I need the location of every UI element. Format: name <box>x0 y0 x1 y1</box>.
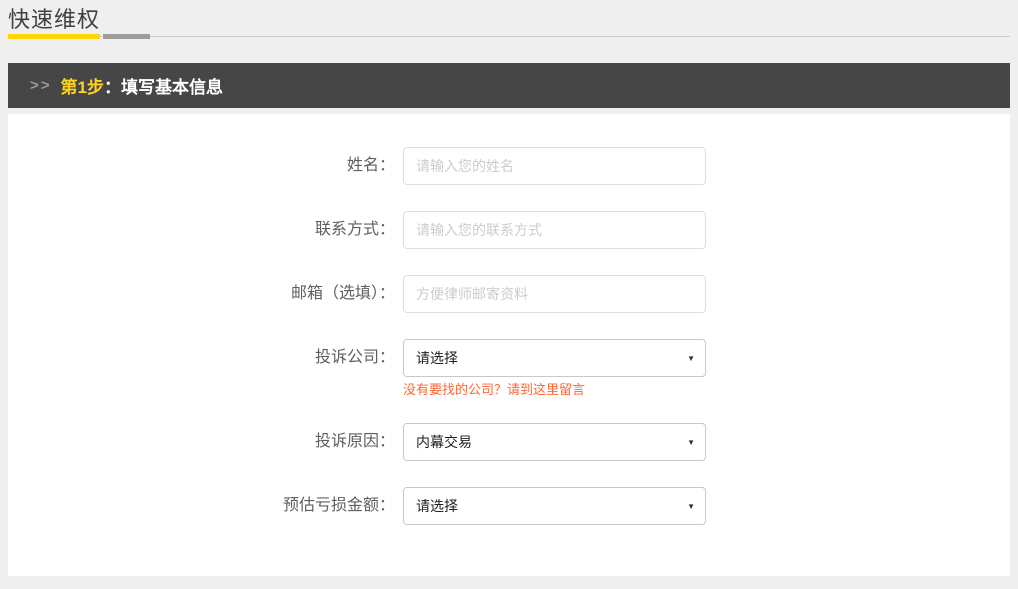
step-number: 第1步 <box>61 73 104 98</box>
step-separator: ： <box>104 73 121 98</box>
form-row: 预估亏损金额： 请选择 ▼ <box>8 487 1010 525</box>
chevron-down-icon: ▼ <box>687 502 695 511</box>
company-select[interactable]: 请选择 ▼ <box>403 339 706 377</box>
name-field-label: 姓名： <box>8 147 403 185</box>
contact-field-control <box>403 211 706 249</box>
email-field-control <box>403 275 706 313</box>
company-select-value: 请选择 <box>416 348 458 368</box>
company-field-control: 请选择 ▼ 没有要找的公司？请到这里留言 <box>403 339 706 397</box>
email-field-label: 邮箱（选填）： <box>8 275 403 313</box>
chevron-down-icon: ▼ <box>687 354 695 363</box>
loss-amount-field-label: 预估亏损金额： <box>8 487 403 525</box>
form-row: 邮箱（选填）： <box>8 275 1010 313</box>
yellow-underline-segment <box>8 34 100 39</box>
divider-line <box>8 36 1010 37</box>
reason-field-label: 投诉原因： <box>8 423 403 461</box>
title-underline <box>8 34 1010 40</box>
reason-select-value: 内幕交易 <box>416 432 472 452</box>
loss-amount-field-control: 请选择 ▼ <box>403 487 706 525</box>
loss-amount-select-value: 请选择 <box>416 496 458 516</box>
company-missing-link[interactable]: 没有要找的公司？请到这里留言 <box>403 382 706 397</box>
page: 快速维权 >> 第1步 ： 填写基本信息 姓名： 联系方式： 邮箱（选填）： <box>8 0 1010 576</box>
double-chevron-icon: >> <box>30 77 52 94</box>
gray-underline-segment <box>103 34 150 39</box>
contact-input[interactable] <box>403 211 706 249</box>
step-title: 填写基本信息 <box>121 73 223 98</box>
name-field-control <box>403 147 706 185</box>
form-row: 联系方式： <box>8 211 1010 249</box>
reason-field-control: 内幕交易 ▼ <box>403 423 706 461</box>
page-title: 快速维权 <box>8 6 1010 34</box>
name-input[interactable] <box>403 147 706 185</box>
page-header: 快速维权 <box>8 0 1010 40</box>
step-header-bar: >> 第1步 ： 填写基本信息 <box>8 63 1010 108</box>
contact-field-label: 联系方式： <box>8 211 403 249</box>
form-panel: 姓名： 联系方式： 邮箱（选填）： 投诉公司： 请选择 ▼ <box>8 114 1010 576</box>
form-row: 投诉原因： 内幕交易 ▼ <box>8 423 1010 461</box>
form-row: 投诉公司： 请选择 ▼ 没有要找的公司？请到这里留言 <box>8 339 1010 397</box>
reason-select[interactable]: 内幕交易 ▼ <box>403 423 706 461</box>
email-input[interactable] <box>403 275 706 313</box>
form-row: 姓名： <box>8 147 1010 185</box>
company-field-label: 投诉公司： <box>8 339 403 377</box>
chevron-down-icon: ▼ <box>687 438 695 447</box>
loss-amount-select[interactable]: 请选择 ▼ <box>403 487 706 525</box>
